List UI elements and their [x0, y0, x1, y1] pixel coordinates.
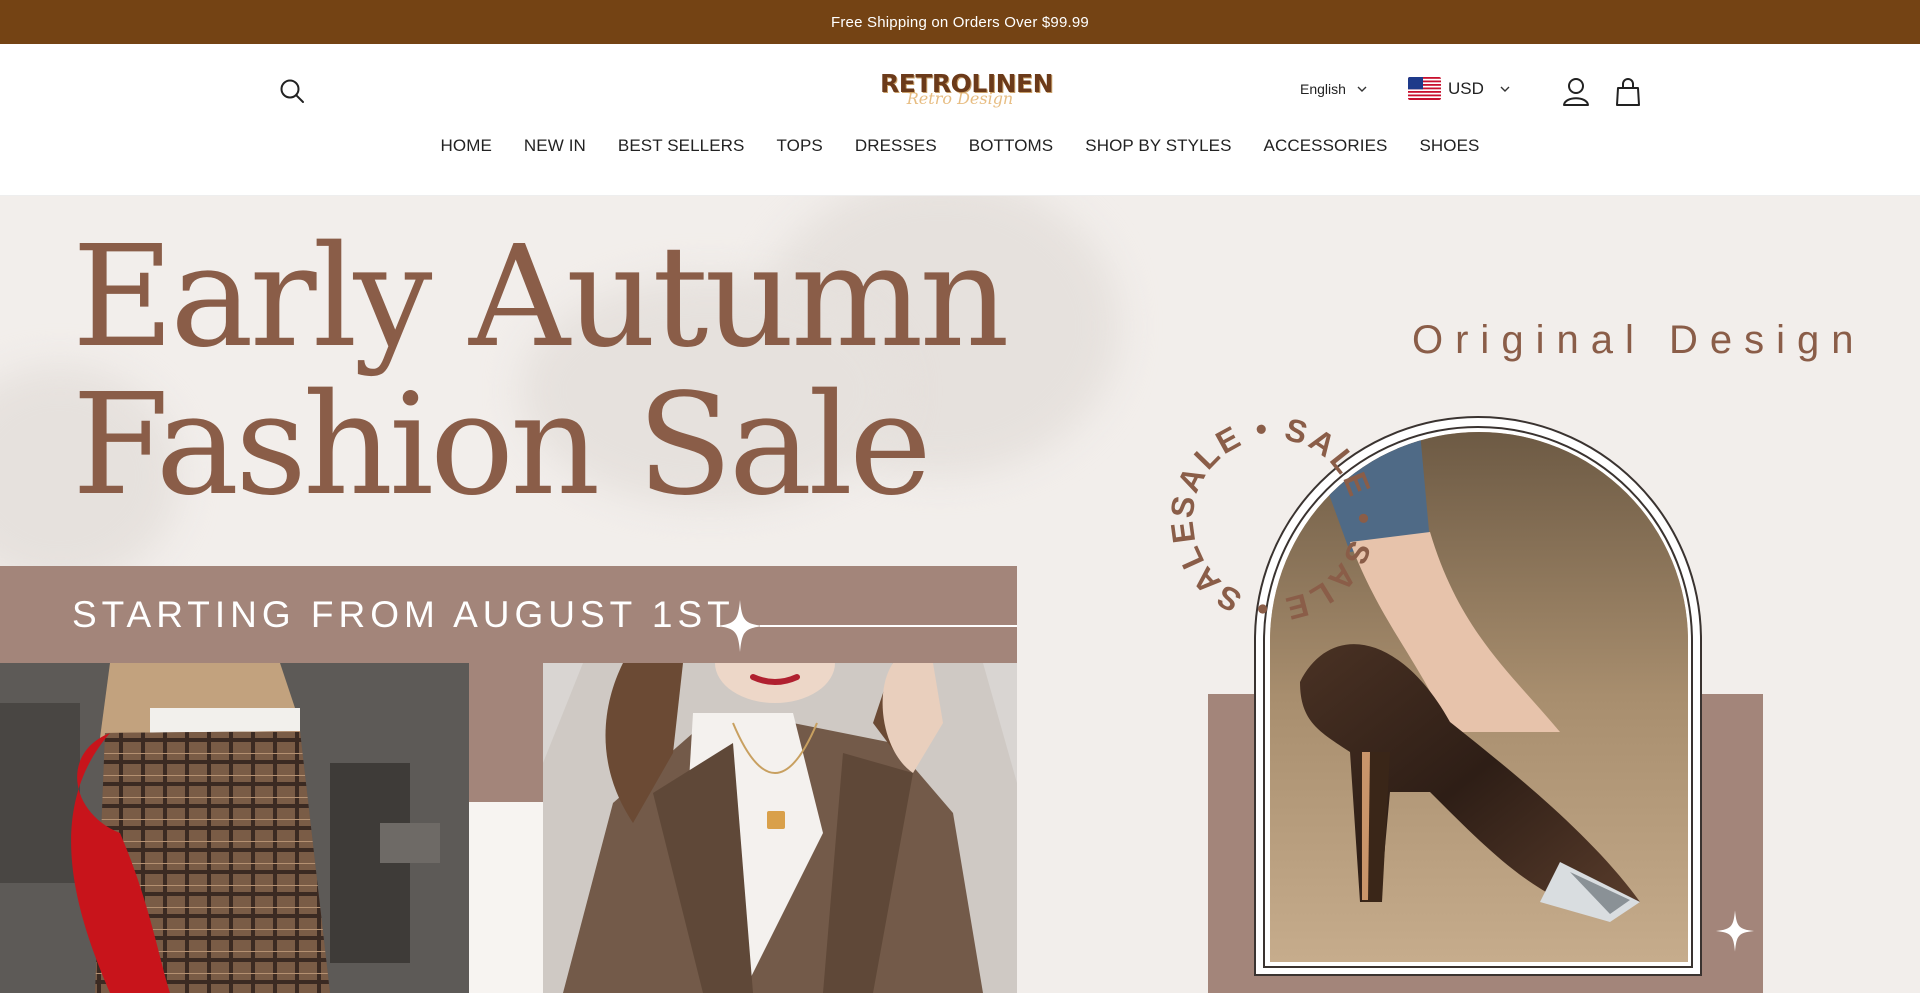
currency-selector[interactable]: USD [1408, 77, 1511, 100]
language-label: English [1300, 81, 1346, 97]
search-icon[interactable] [278, 77, 306, 105]
hero-headline: Early Autumn Fashion Sale [72, 216, 1010, 527]
nav-dresses[interactable]: DRESSES [839, 136, 953, 156]
decorative-line [760, 625, 1017, 627]
nav-shop-by-styles[interactable]: SHOP BY STYLES [1069, 136, 1247, 156]
nav-bottoms[interactable]: BOTTOMS [953, 136, 1069, 156]
site-logo[interactable]: RETROLINEN Retro Design [880, 70, 1054, 118]
chevron-down-icon [1500, 86, 1510, 92]
announcement-bar: Free Shipping on Orders Over $99.99 [0, 0, 1920, 44]
nav-accessories[interactable]: ACCESSORIES [1248, 136, 1404, 156]
decorative-block [469, 802, 543, 993]
sparkle-icon [716, 600, 764, 652]
model-photo-left [0, 663, 469, 993]
chevron-down-icon [1357, 86, 1367, 92]
promo-subline: STARTING FROM AUGUST 1ST [72, 594, 735, 635]
sale-ring-badge: SALE • SALE • SALE • SALE • [1168, 414, 1378, 624]
main-navigation: HOME NEW IN BEST SELLERS TOPS DRESSES BO… [0, 136, 1920, 156]
currency-label: USD [1448, 78, 1484, 98]
sale-ring-text: SALE • SALE • SALE • SALE • [1168, 414, 1378, 624]
nav-shoes[interactable]: SHOES [1403, 136, 1495, 156]
language-selector[interactable]: English [1300, 81, 1368, 97]
hero-banner[interactable]: Early Autumn Fashion Sale STARTING FROM … [0, 196, 1920, 993]
user-icon[interactable] [1562, 77, 1590, 107]
nav-new-in[interactable]: NEW IN [508, 136, 602, 156]
nav-tops[interactable]: TOPS [760, 136, 838, 156]
headline-line-2: Fashion Sale [72, 364, 932, 527]
us-flag-icon [1408, 77, 1441, 100]
hero-tagline: Original Design [1412, 318, 1866, 362]
model-photo-middle [543, 663, 1017, 993]
headline-line-1: Early Autumn [72, 216, 1010, 379]
sparkle-icon [1716, 910, 1754, 952]
logo-script: Retro Design [906, 89, 1014, 108]
nav-best-sellers[interactable]: BEST SELLERS [602, 136, 761, 156]
announcement-text: Free Shipping on Orders Over $99.99 [831, 13, 1089, 31]
svg-text:SALE • SALE • SALE • SALE •: SALE • SALE • SALE • SALE • [1168, 414, 1378, 624]
shopping-bag-icon[interactable] [1615, 77, 1641, 107]
site-header: RETROLINEN Retro Design English USD HOME… [0, 44, 1920, 196]
nav-home[interactable]: HOME [425, 136, 508, 156]
